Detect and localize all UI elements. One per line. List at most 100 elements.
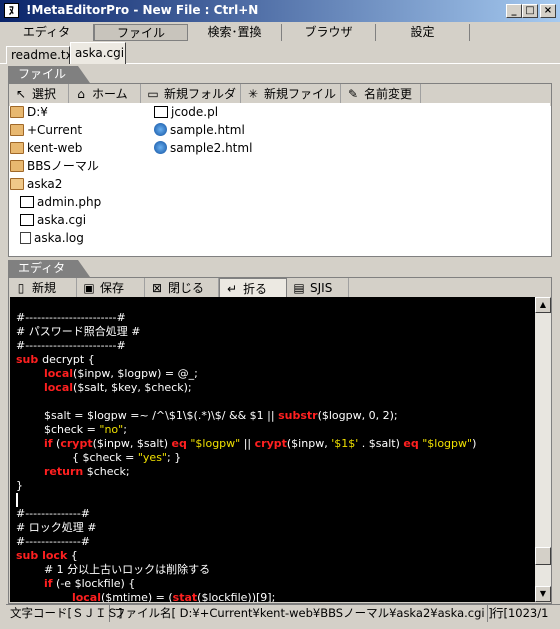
code-line[interactable]: sub decrypt { bbox=[16, 353, 95, 367]
encoding-button[interactable]: ▤ SJIS bbox=[287, 278, 349, 299]
code-line[interactable]: local($mtime) = (stat($lockfile))[9]; bbox=[16, 591, 275, 602]
file-item[interactable]: D:¥ bbox=[10, 103, 48, 121]
wrap-button[interactable]: ↵ 折る bbox=[219, 278, 287, 299]
close-doc-button[interactable]: ⊠ 閉じる bbox=[145, 278, 219, 299]
scroll-up-icon[interactable]: ▲ bbox=[535, 297, 551, 313]
new-file-label: 新規ファイル bbox=[264, 87, 337, 101]
encoding-label: SJIS bbox=[310, 281, 333, 295]
code-line[interactable]: if (crypt($inpw, $salt) eq "$logpw" || c… bbox=[16, 437, 476, 451]
file-item[interactable]: BBSノーマル bbox=[10, 157, 99, 175]
menu-search-replace[interactable]: 検索･置換 bbox=[188, 24, 282, 41]
file-item[interactable]: kent-web bbox=[10, 139, 82, 157]
code-token: "$logpw" bbox=[190, 437, 241, 450]
code-line[interactable]: #--------------# bbox=[16, 535, 90, 549]
file-name: +Current bbox=[27, 123, 83, 137]
doc-tab-readme[interactable]: readme.txt bbox=[6, 46, 77, 64]
file-item[interactable]: aska.log bbox=[20, 229, 84, 247]
code-line[interactable]: $check = "no"; bbox=[16, 423, 127, 437]
close-button[interactable]: × bbox=[540, 4, 556, 18]
code-token: local bbox=[43, 381, 74, 394]
code-token: if bbox=[43, 437, 53, 450]
code-line[interactable]: return $check; bbox=[16, 465, 130, 479]
select-label: 選択 bbox=[32, 87, 57, 101]
file-item[interactable]: aska.cgi bbox=[20, 211, 86, 229]
close-doc-label: 閉じる bbox=[168, 281, 205, 295]
code-line[interactable]: local($salt, $key, $check); bbox=[16, 381, 192, 395]
code-token: ; bbox=[123, 423, 127, 436]
code-line[interactable]: #--------------# bbox=[16, 507, 90, 521]
code-line[interactable]: sub lock { bbox=[16, 549, 78, 563]
doc-tab-aska-cgi[interactable]: aska.cgi bbox=[70, 42, 126, 64]
file-name: kent-web bbox=[27, 141, 83, 155]
code-token: local bbox=[71, 591, 101, 602]
menu-settings[interactable]: 設定 bbox=[376, 24, 470, 41]
new-folder-button[interactable]: ▭ 新規フォルダ bbox=[141, 84, 241, 105]
file-name: sample2.html bbox=[170, 141, 253, 155]
menu-file[interactable]: ファイル bbox=[94, 24, 188, 41]
code-line[interactable]: # ロック処理 # bbox=[16, 521, 96, 535]
home-label: ホーム bbox=[92, 87, 128, 101]
file-name: admin.php bbox=[37, 195, 102, 209]
code-token: local bbox=[43, 367, 74, 380]
new-doc-icon: ▯ bbox=[17, 281, 25, 295]
code-token: || bbox=[240, 437, 255, 450]
menu-editor[interactable]: エディタ bbox=[0, 24, 94, 41]
code-token: ; } bbox=[167, 451, 182, 464]
code-line[interactable]: { $check = "yes"; } bbox=[16, 451, 181, 465]
code-token: . $salt) bbox=[358, 437, 404, 450]
file-item[interactable]: admin.php bbox=[20, 193, 101, 211]
cursor-icon: ↖ bbox=[15, 87, 27, 101]
file-item[interactable]: sample2.html bbox=[154, 139, 252, 157]
new-folder-label: 新規フォルダ bbox=[164, 87, 237, 101]
vertical-scrollbar[interactable]: ▲ ▼ bbox=[535, 297, 551, 602]
editor-app-icon[interactable]: ﾇ bbox=[4, 3, 19, 18]
code-token: # パスワード照合処理 # bbox=[16, 325, 141, 338]
code-line[interactable]: #-----------------------# bbox=[16, 311, 126, 325]
code-line[interactable]: #-----------------------# bbox=[16, 339, 126, 353]
scroll-thumb[interactable] bbox=[535, 547, 551, 565]
file-item[interactable]: aska2 bbox=[10, 175, 62, 193]
rename-icon: ✎ bbox=[347, 87, 359, 101]
editor-panel-tab[interactable]: エディタ bbox=[8, 260, 90, 277]
code-editor[interactable]: #-----------------------# # パスワード照合処理 # #-… bbox=[10, 297, 535, 602]
code-token: { $check = bbox=[16, 451, 138, 464]
file-item[interactable]: +Current bbox=[10, 121, 82, 139]
code-line[interactable]: if (-e $lockfile) { bbox=[16, 577, 135, 591]
select-button[interactable]: ↖ 選択 bbox=[9, 84, 69, 105]
code-token: return bbox=[43, 465, 84, 478]
rename-label: 名前変更 bbox=[364, 87, 413, 101]
code-line[interactable]: $salt = $logpw =~ /^\$1\$(.*)\$/ && $1 |… bbox=[16, 409, 398, 423]
new-file-button[interactable]: ✳ 新規ファイル bbox=[241, 84, 341, 105]
save-button[interactable]: ▣ 保存 bbox=[77, 278, 145, 299]
code-line[interactable]: # 1 分以上古いロックは削除する bbox=[16, 563, 210, 577]
file-item[interactable]: sample.html bbox=[154, 121, 245, 139]
code-token: ($mtime) = ( bbox=[101, 591, 173, 602]
file-name: D:¥ bbox=[27, 105, 48, 119]
code-token: #-----------------------# bbox=[16, 311, 126, 324]
code-line[interactable]: local($inpw, $logpw) = @_; bbox=[16, 367, 198, 381]
title-bar[interactable]: ﾇ !MetaEditorPro - New File : Ctrl+N _ □… bbox=[0, 0, 560, 22]
code-token: ($salt, $key, $check); bbox=[73, 381, 192, 394]
new-button[interactable]: ▯ 新規 bbox=[9, 278, 77, 299]
file-panel-tab[interactable]: ファイル bbox=[8, 66, 90, 83]
file-item[interactable]: jcode.pl bbox=[154, 103, 218, 121]
maximize-button[interactable]: □ bbox=[522, 4, 538, 18]
code-line[interactable]: } bbox=[16, 479, 23, 493]
code-token: #--------------# bbox=[16, 535, 91, 548]
code-token: lock bbox=[42, 549, 68, 562]
wrap-label: 折る bbox=[243, 282, 268, 296]
code-token: ($inpw, bbox=[286, 437, 332, 450]
menu-browser[interactable]: ブラウザ bbox=[282, 24, 376, 41]
web-page-icon bbox=[154, 141, 167, 154]
home-button[interactable]: ⌂ ホーム bbox=[69, 84, 141, 105]
home-icon: ⌂ bbox=[77, 87, 85, 101]
code-token: #-----------------------# bbox=[16, 339, 126, 352]
status-line: 行[1023/1 bbox=[492, 606, 549, 620]
folder-icon bbox=[10, 142, 24, 154]
rename-button[interactable]: ✎ 名前変更 bbox=[341, 84, 421, 105]
scroll-down-icon[interactable]: ▼ bbox=[535, 586, 551, 602]
code-line[interactable]: # パスワード照合処理 # bbox=[16, 325, 140, 339]
minimize-button[interactable]: _ bbox=[506, 4, 522, 18]
folder-icon bbox=[10, 106, 24, 118]
